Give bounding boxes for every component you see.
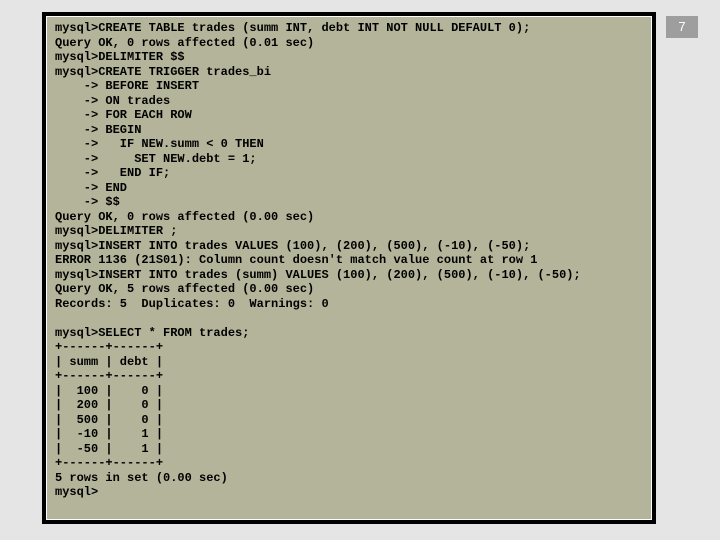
slide: 7 mysql>CREATE TABLE trades (summ INT, d… — [0, 0, 720, 540]
terminal-output: mysql>CREATE TABLE trades (summ INT, deb… — [55, 21, 645, 500]
terminal-frame: mysql>CREATE TABLE trades (summ INT, deb… — [42, 12, 656, 524]
terminal-body: mysql>CREATE TABLE trades (summ INT, deb… — [47, 17, 651, 519]
page-number-badge: 7 — [666, 16, 698, 38]
